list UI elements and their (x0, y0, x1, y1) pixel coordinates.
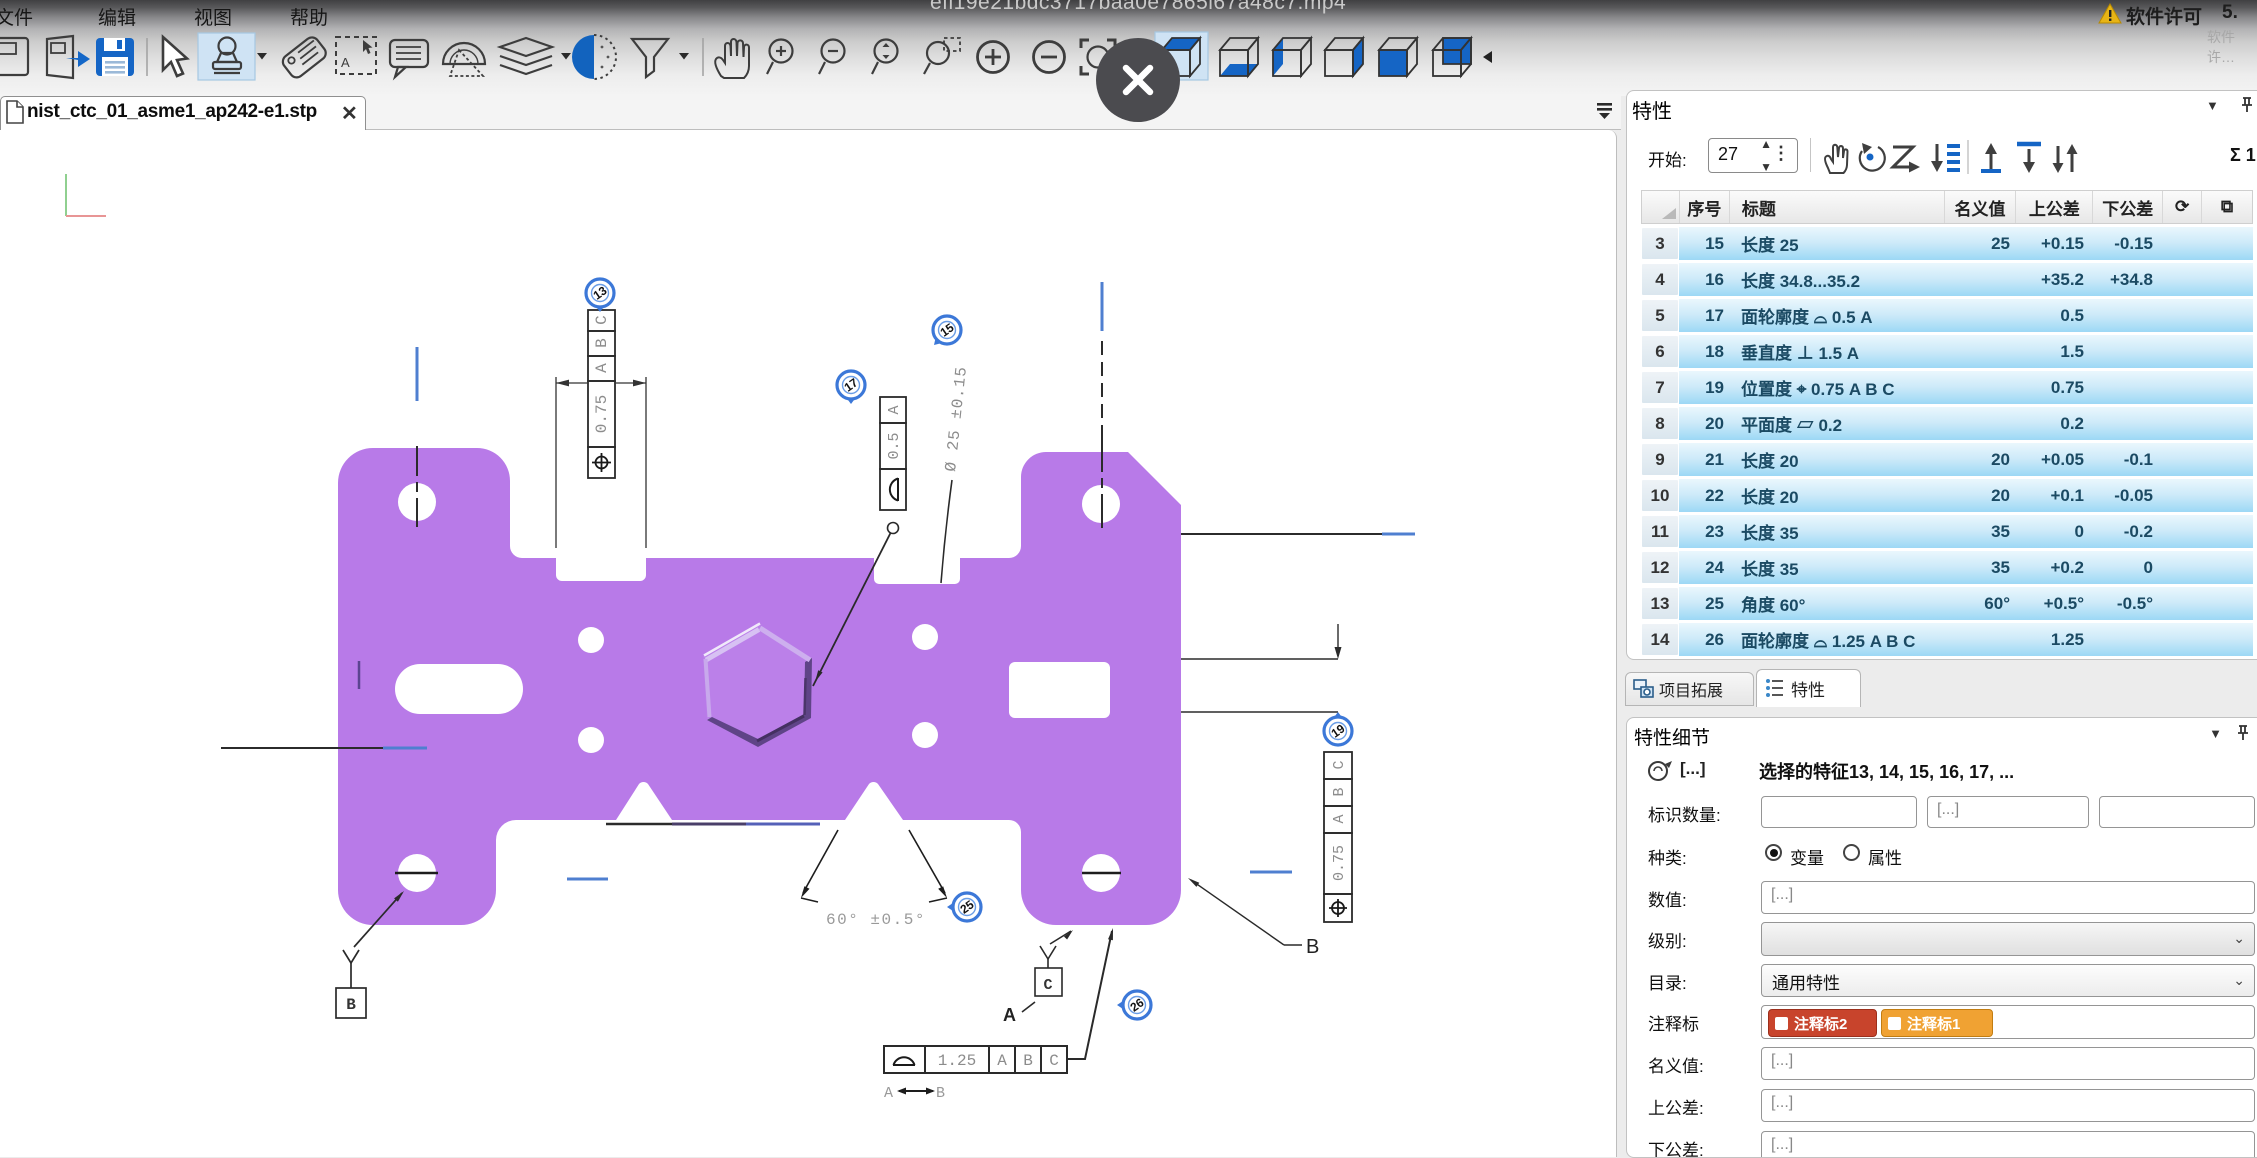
svg-text:C: C (593, 315, 611, 325)
svg-text:B: B (1331, 787, 1348, 796)
svg-text:C: C (1331, 760, 1348, 769)
svg-text:B: B (1306, 936, 1319, 958)
svg-text:B: B (346, 996, 356, 1014)
svg-text:B: B (1023, 1052, 1033, 1070)
svg-text:B: B (936, 1085, 945, 1102)
svg-text:A: A (1331, 814, 1348, 823)
svg-text:0.5: 0.5 (886, 432, 903, 459)
svg-text:C: C (1043, 977, 1052, 994)
svg-text:A: A (886, 405, 903, 414)
svg-text:A: A (1003, 1005, 1016, 1025)
svg-text:A: A (341, 55, 350, 70)
svg-text:C: C (1049, 1052, 1059, 1070)
svg-text:A: A (884, 1085, 893, 1102)
svg-text:60° ±0.5°: 60° ±0.5° (826, 911, 926, 929)
svg-text:0.75: 0.75 (1331, 845, 1348, 881)
svg-text:Ø 25 ±0.15: Ø 25 ±0.15 (942, 365, 971, 472)
svg-text:A: A (593, 363, 611, 373)
svg-text:1.25: 1.25 (938, 1052, 976, 1070)
svg-text:B: B (593, 338, 611, 348)
svg-text:A: A (997, 1052, 1007, 1070)
svg-text:0.75: 0.75 (593, 395, 611, 433)
